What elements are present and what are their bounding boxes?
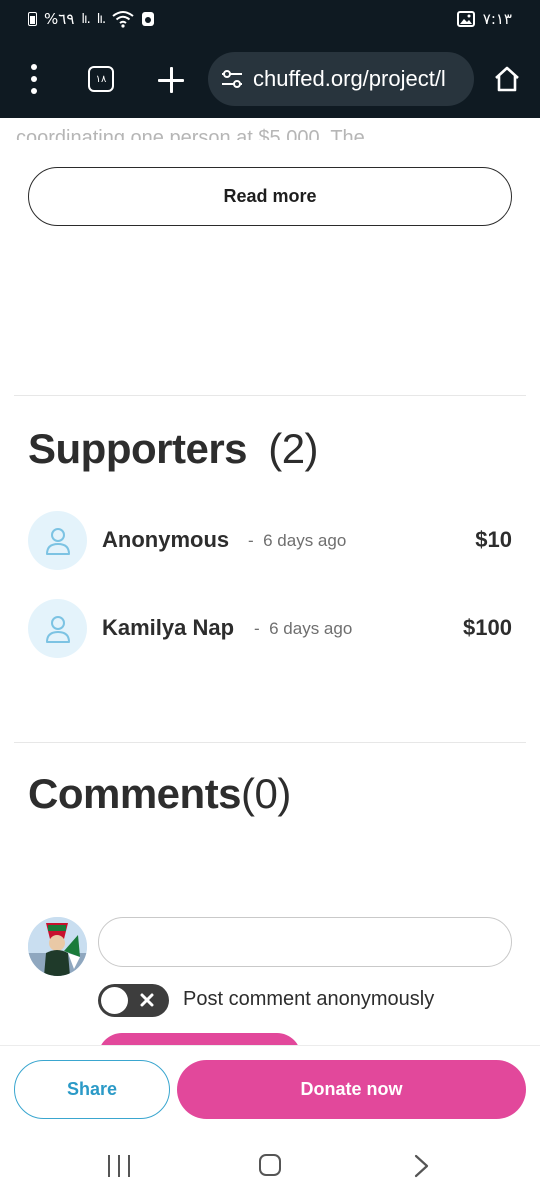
status-left: %٦٩ lı. lı.: [28, 10, 155, 28]
donate-now-button[interactable]: Donate now: [177, 1060, 526, 1119]
site-info-icon[interactable]: [220, 67, 244, 91]
share-button[interactable]: Share: [14, 1060, 170, 1119]
supporter-amount: $100: [463, 615, 512, 640]
description-text-cut: coordinating one person at $5,000. The: [16, 127, 365, 140]
home-icon[interactable]: [492, 64, 522, 94]
back-icon[interactable]: [410, 1153, 434, 1179]
toggle-knob: [101, 987, 128, 1014]
comments-heading: Comments(0): [28, 770, 291, 818]
supporter-time: - 6 days ago: [254, 619, 353, 638]
signal-icon: lı.: [81, 11, 90, 27]
read-more-button[interactable]: Read more: [28, 167, 512, 226]
tabs-count: ١٨: [95, 73, 107, 85]
shield-icon: [141, 11, 155, 27]
current-user-avatar: [28, 917, 87, 976]
new-tab-icon[interactable]: [158, 67, 184, 93]
anonymous-toggle[interactable]: [98, 984, 169, 1017]
user-avatar-icon: [28, 511, 87, 570]
supporters-heading: Supporters (2): [28, 425, 319, 473]
comments-title: Comments: [28, 770, 242, 817]
supporter-item: Kamilya Nap - 6 days ago $100: [28, 599, 512, 659]
supporter-time: - 6 days ago: [248, 531, 347, 550]
comment-input[interactable]: [98, 917, 512, 967]
supporter-name: Anonymous: [102, 527, 230, 552]
divider: [14, 742, 526, 743]
supporters-title: Supporters: [28, 425, 248, 472]
supporters-count: (2): [268, 425, 319, 472]
status-bar: %٦٩ lı. lı. ٧:١٣: [0, 0, 540, 40]
supporter-item: Anonymous - 6 days ago $10: [28, 511, 512, 571]
supporter-name: Kamilya Nap: [102, 615, 235, 640]
menu-icon[interactable]: [24, 64, 44, 94]
status-right: ٧:١٣: [456, 10, 512, 28]
comments-count: (0): [241, 770, 291, 817]
close-icon: [140, 993, 154, 1007]
wifi-icon: [112, 10, 134, 28]
user-avatar-icon: [28, 599, 87, 658]
divider: [14, 395, 526, 396]
tabs-icon[interactable]: ١٨: [88, 66, 114, 92]
url-text: chuffed.org/project/l: [253, 66, 446, 91]
browser-toolbar: ١٨ chuffed.org/project/l: [0, 40, 540, 118]
sticky-footer: Share Donate now: [0, 1045, 540, 1136]
anonymous-toggle-label[interactable]: Post comment anonymously: [183, 988, 434, 1011]
supporter-amount: $10: [475, 527, 512, 552]
system-nav-bar: [0, 1135, 540, 1200]
battery-percent: %٦٩: [44, 10, 75, 28]
clock: ٧:١٣: [482, 10, 512, 28]
recents-icon[interactable]: [106, 1155, 132, 1177]
battery-icon: [28, 12, 37, 26]
address-bar[interactable]: chuffed.org/project/l: [208, 52, 474, 106]
home-button-icon[interactable]: [259, 1154, 281, 1176]
image-icon: [456, 11, 475, 27]
signal-icon-2: lı.: [96, 11, 106, 27]
